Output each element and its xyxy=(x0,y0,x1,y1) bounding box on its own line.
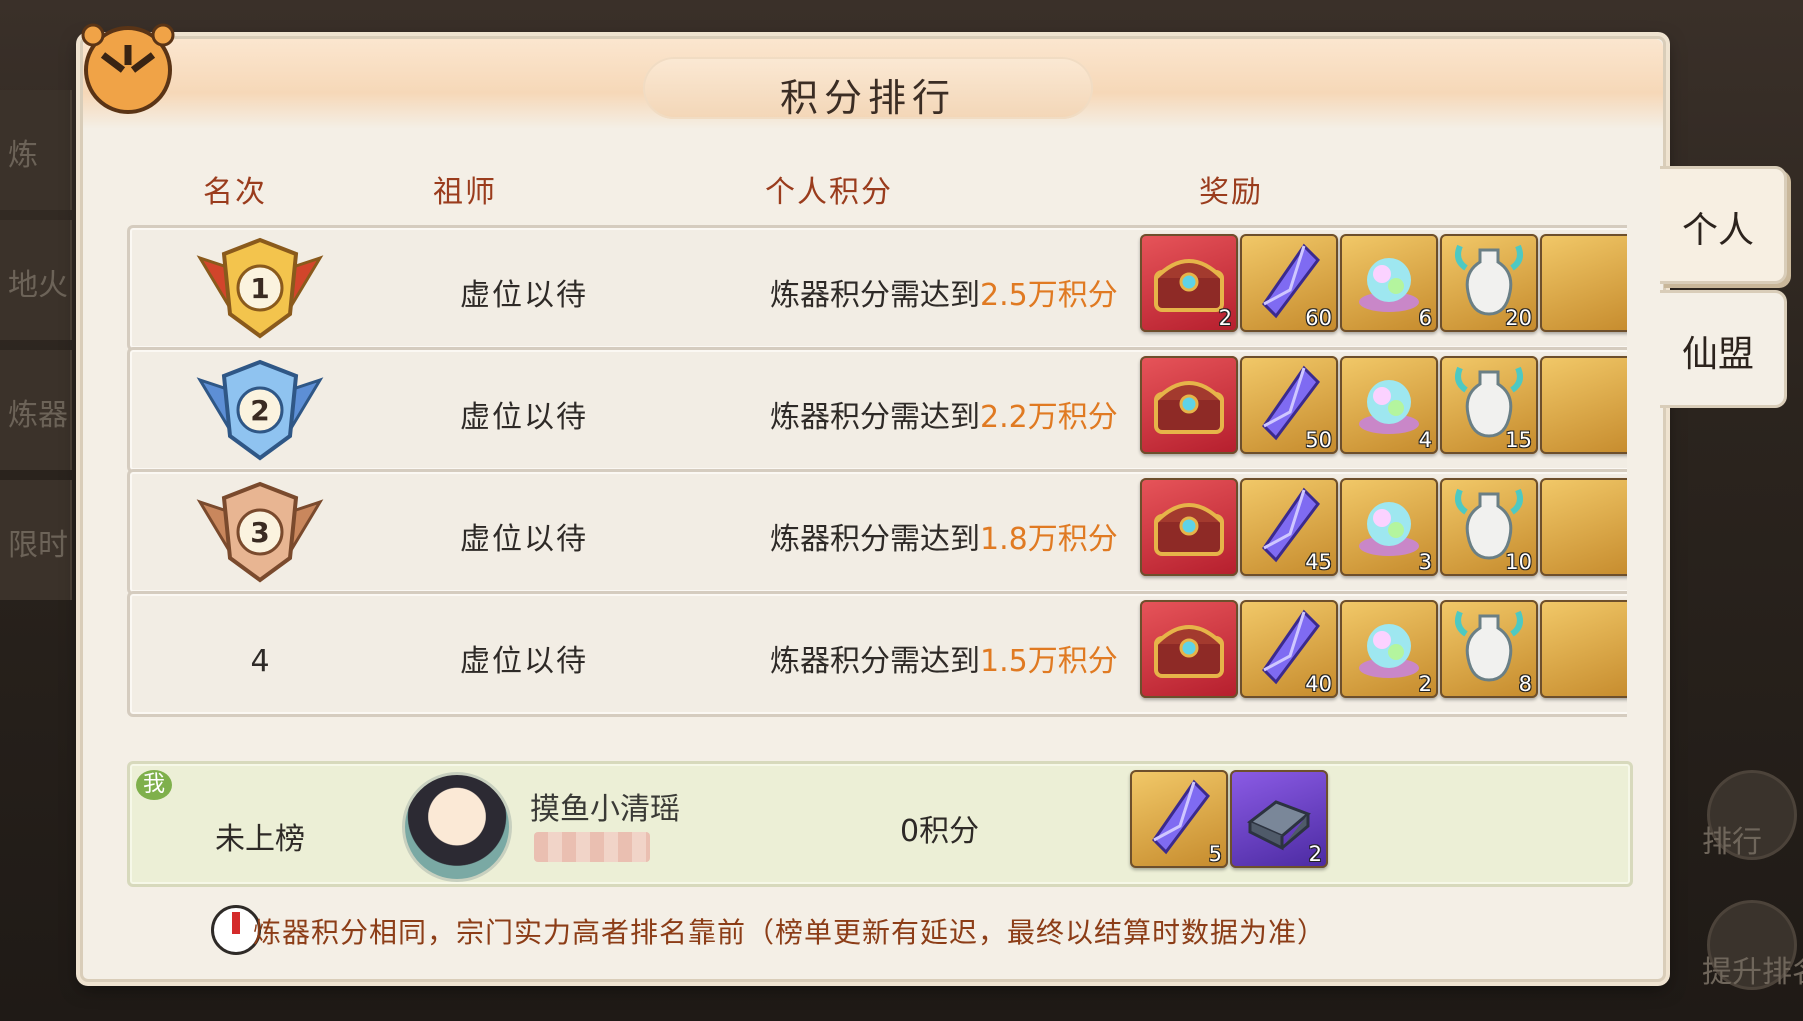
reward-orb-icon[interactable]: 3 xyxy=(1340,478,1438,576)
requirement-value: 2.2万积分 xyxy=(980,400,1118,435)
reward-list: 2 60 6 20 xyxy=(1140,234,1627,338)
bg-tab-3: 炼器 xyxy=(0,350,72,470)
reward-quantity: 5 xyxy=(1208,842,1222,866)
reward-quantity: 45 xyxy=(1305,550,1332,574)
reward-chest-icon[interactable]: 2 xyxy=(1140,234,1238,332)
tab-personal[interactable]: 个人 xyxy=(1660,166,1787,284)
requirement-prefix: 炼器积分需达到 xyxy=(770,522,980,557)
requirement-prefix: 炼器积分需达到 xyxy=(770,644,980,679)
master-name: 虚位以待 xyxy=(460,278,588,313)
reward-crystal-icon[interactable]: 5 xyxy=(1130,770,1228,868)
reward-crystal-icon[interactable]: 50 xyxy=(1240,356,1338,454)
reward-more-icon[interactable] xyxy=(1540,600,1627,698)
reward-quantity: 2 xyxy=(1308,842,1322,866)
rank-3-badge-icon: 3 xyxy=(190,472,330,592)
bg-rank-button: 排行 xyxy=(1702,770,1797,860)
page-title: 积分排行 xyxy=(779,76,956,120)
reward-quantity: 60 xyxy=(1305,306,1332,330)
reward-chest-icon[interactable] xyxy=(1140,600,1238,698)
ranking-row: 4 虚位以待 炼器积分需达到1.5万积分 40 2 8 xyxy=(127,591,1627,717)
reward-quantity: 6 xyxy=(1418,306,1432,330)
score-requirement: 炼器积分需达到2.5万积分 xyxy=(770,270,1118,314)
bg-tab-2: 地火 xyxy=(0,220,72,340)
reward-orb-icon[interactable]: 6 xyxy=(1340,234,1438,332)
reward-vase-icon[interactable]: 20 xyxy=(1440,234,1538,332)
tab-alliance-label: 仙盟 xyxy=(1682,334,1755,375)
my-rewards: 52 xyxy=(1130,770,1620,874)
bg-tab-4: 限时 xyxy=(0,480,72,600)
bg-improve-rank-button: 提升排名 xyxy=(1702,900,1803,990)
reward-quantity: 40 xyxy=(1305,672,1332,696)
rank-number: 4 xyxy=(250,644,270,679)
requirement-prefix: 炼器积分需达到 xyxy=(770,278,980,313)
master-name: 虚位以待 xyxy=(460,400,588,435)
ranking-panel: 积分排行 名次 祖师 个人积分 奖励 1 虚位以待 炼器积分需达到2.5万积分 2 60… xyxy=(80,23,1666,982)
tab-alliance[interactable]: 仙盟 xyxy=(1660,290,1787,408)
reward-list: 40 2 8 xyxy=(1140,600,1627,704)
column-master: 祖师 xyxy=(433,175,497,210)
tiger-mascot-icon xyxy=(81,23,175,114)
reward-orb-icon[interactable]: 4 xyxy=(1340,356,1438,454)
requirement-prefix: 炼器积分需达到 xyxy=(770,400,980,435)
tab-personal-label: 个人 xyxy=(1682,210,1755,251)
ranking-row: 2 虚位以待 炼器积分需达到2.2万积分 50 4 15 xyxy=(127,347,1627,473)
rank-number: 1 xyxy=(250,272,270,305)
reward-orb-icon[interactable]: 2 xyxy=(1340,600,1438,698)
reward-quantity: 10 xyxy=(1505,550,1532,574)
score-requirement: 炼器积分需达到2.2万积分 xyxy=(770,392,1118,436)
reward-vase-icon[interactable]: 8 xyxy=(1440,600,1538,698)
reward-quantity: 15 xyxy=(1505,428,1532,452)
reward-vase-icon[interactable]: 15 xyxy=(1440,356,1538,454)
reward-crystal-icon[interactable]: 45 xyxy=(1240,478,1338,576)
reward-chest-icon[interactable] xyxy=(1140,356,1238,454)
my-score: 0积分 xyxy=(900,814,980,849)
master-name: 虚位以待 xyxy=(460,522,588,557)
title-plate: 积分排行 xyxy=(643,57,1093,120)
my-rank: 未上榜 xyxy=(215,822,305,857)
requirement-value: 1.5万积分 xyxy=(980,644,1118,679)
column-rank: 名次 xyxy=(203,175,267,210)
reward-crystal-icon[interactable]: 60 xyxy=(1240,234,1338,332)
column-score: 个人积分 xyxy=(765,175,893,210)
reward-quantity: 4 xyxy=(1418,428,1432,452)
reward-list: 50 4 15 xyxy=(1140,356,1627,460)
avatar[interactable] xyxy=(402,772,512,882)
score-requirement: 炼器积分需达到1.5万积分 xyxy=(770,636,1118,680)
rank-1-badge-icon: 1 xyxy=(190,228,330,348)
reward-vase-icon[interactable]: 10 xyxy=(1440,478,1538,576)
reward-chest-icon[interactable] xyxy=(1140,478,1238,576)
reward-quantity: 2 xyxy=(1418,672,1432,696)
reward-more-icon[interactable] xyxy=(1540,234,1627,332)
reward-crystal-icon[interactable]: 40 xyxy=(1240,600,1338,698)
rank-number: 2 xyxy=(250,394,270,427)
my-rank-row: 我 未上榜 摸鱼小清瑶 0积分 52 xyxy=(127,761,1633,887)
reward-quantity: 20 xyxy=(1505,306,1532,330)
requirement-value: 1.8万积分 xyxy=(980,522,1118,557)
my-name: 摸鱼小清瑶 xyxy=(530,792,680,827)
reward-ingot-icon[interactable]: 2 xyxy=(1230,770,1328,868)
ranking-row: 1 虚位以待 炼器积分需达到2.5万积分 2 60 6 20 xyxy=(127,225,1627,351)
rank-number: 3 xyxy=(250,516,270,549)
me-badge: 我 xyxy=(136,770,172,800)
reward-quantity: 3 xyxy=(1418,550,1432,574)
tie-rule-notice: 炼器积分相同，宗门实力高者排名靠前（榜单更新有延迟，最终以结算时数据为准） xyxy=(253,916,1327,949)
ranking-list[interactable]: 1 虚位以待 炼器积分需达到2.5万积分 2 60 6 20 2 虚位以待 炼器积分需达到2.2万… xyxy=(127,225,1627,785)
reward-more-icon[interactable] xyxy=(1540,356,1627,454)
bg-tab-1: 炼 xyxy=(0,90,72,210)
blurred-id xyxy=(534,832,650,862)
reward-quantity: 50 xyxy=(1305,428,1332,452)
panel-header: 积分排行 xyxy=(81,23,1663,129)
column-reward: 奖励 xyxy=(1199,175,1263,210)
reward-more-icon[interactable] xyxy=(1540,478,1627,576)
reward-list: 45 3 10 xyxy=(1140,478,1627,582)
reward-quantity: 8 xyxy=(1518,672,1532,696)
ranking-row: 3 虚位以待 炼器积分需达到1.8万积分 45 3 10 xyxy=(127,469,1627,595)
master-name: 虚位以待 xyxy=(460,644,588,679)
rank-2-badge-icon: 2 xyxy=(190,350,330,470)
score-requirement: 炼器积分需达到1.8万积分 xyxy=(770,514,1118,558)
requirement-value: 2.5万积分 xyxy=(980,278,1118,313)
reward-quantity: 2 xyxy=(1218,306,1232,330)
